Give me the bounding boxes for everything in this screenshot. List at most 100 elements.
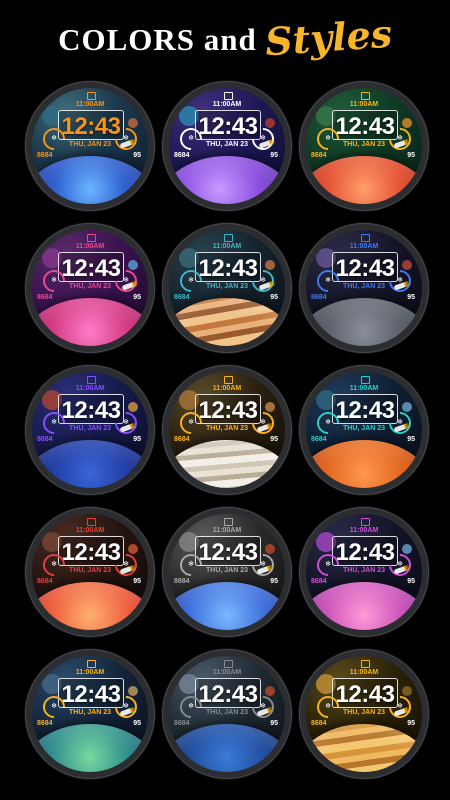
watch-face-option[interactable]: 11:00AM 12:43 THU, JAN 23 ❄ ❄ 8684 95 [159, 362, 295, 504]
steps-icon: ❄ [51, 703, 57, 710]
steps-icon: ❄ [325, 277, 331, 284]
steps-icon: ❄ [188, 419, 194, 426]
heart-rate: 95 [407, 294, 415, 301]
watch-face-option[interactable]: 11:00AM 12:43 THU, JAN 23 ❄ ❄ 8684 95 [296, 78, 432, 220]
planet-decoration [32, 724, 148, 772]
calendar-icon [361, 518, 370, 526]
watch-face-option[interactable]: 11:00AM 12:43 THU, JAN 23 ❄ ❄ 8684 95 [296, 362, 432, 504]
planet-decoration [306, 582, 422, 630]
moon-decoration [128, 260, 138, 270]
time-display: 12:43 [61, 397, 121, 424]
calendar-icon [87, 518, 96, 526]
watch-dial: 11:00AM 12:43 THU, JAN 23 ❄ ❄ 8684 95 [32, 88, 148, 204]
steps-icon: ❄ [51, 135, 57, 142]
steps-count: 8684 [311, 720, 327, 727]
calendar-icon [361, 376, 370, 384]
watch-face-option[interactable]: 11:00AM 12:43 THU, JAN 23 ❄ ❄ 8684 95 [296, 646, 432, 788]
calendar-icon [87, 660, 96, 668]
watch-face-option[interactable]: 11:00AM 12:43 THU, JAN 23 ❄ ❄ 8684 95 [159, 220, 295, 362]
alarm-time: 11:00AM [349, 385, 379, 392]
steps-count: 8684 [37, 720, 53, 727]
alarm-time: 11:00AM [212, 385, 242, 392]
planet-decoration [169, 156, 285, 204]
time-display: 12:43 [198, 255, 258, 282]
moon-decoration [265, 260, 275, 270]
calendar-icon [361, 92, 370, 100]
alarm-time: 11:00AM [349, 101, 379, 108]
alarm-time: 11:00AM [75, 243, 105, 250]
time-display: 12:43 [198, 397, 258, 424]
heart-rate: 95 [133, 578, 141, 585]
watch-dial: 11:00AM 12:43 THU, JAN 23 ❄ ❄ 8684 95 [306, 88, 422, 204]
heart-rate: 95 [133, 152, 141, 159]
heart-rate: 95 [133, 294, 141, 301]
time-display: 12:43 [198, 681, 258, 708]
watch-bezel: 11:00AM 12:43 THU, JAN 23 ❄ ❄ 8684 95 [25, 365, 155, 495]
watch-bezel: 11:00AM 12:43 THU, JAN 23 ❄ ❄ 8684 95 [299, 507, 429, 637]
steps-count: 8684 [37, 294, 53, 301]
planet-decoration [32, 582, 148, 630]
calendar-icon [224, 660, 233, 668]
heart-rate: 95 [270, 578, 278, 585]
calendar-icon [224, 92, 233, 100]
watch-face-option[interactable]: 11:00AM 12:43 THU, JAN 23 ❄ ❄ 8684 95 [22, 504, 158, 646]
planet-decoration [306, 440, 422, 488]
watch-face-option[interactable]: 11:00AM 12:43 THU, JAN 23 ❄ ❄ 8684 95 [296, 220, 432, 362]
watch-face-grid: 11:00AM 12:43 THU, JAN 23 ❄ ❄ 8684 95 11… [22, 78, 432, 788]
heart-rate: 95 [270, 152, 278, 159]
watch-face-option[interactable]: 11:00AM 12:43 THU, JAN 23 ❄ ❄ 8684 95 [22, 220, 158, 362]
watch-bezel: 11:00AM 12:43 THU, JAN 23 ❄ ❄ 8684 95 [25, 649, 155, 779]
planet-decoration [169, 440, 285, 488]
alarm-time: 11:00AM [212, 101, 242, 108]
calendar-icon [361, 234, 370, 242]
moon-decoration [265, 544, 275, 554]
time-display: 12:43 [335, 397, 395, 424]
watch-face-option[interactable]: 11:00AM 12:43 THU, JAN 23 ❄ ❄ 8684 95 [159, 504, 295, 646]
steps-icon: ❄ [188, 135, 194, 142]
watch-face-option[interactable]: 11:00AM 12:43 THU, JAN 23 ❄ ❄ 8684 95 [22, 646, 158, 788]
steps-icon: ❄ [325, 419, 331, 426]
planet-decoration [306, 298, 422, 346]
heart-rate: 95 [133, 720, 141, 727]
alarm-time: 11:00AM [75, 101, 105, 108]
heart-rate: 95 [270, 720, 278, 727]
planet-decoration [32, 156, 148, 204]
heart-rate: 95 [133, 436, 141, 443]
moon-decoration [402, 260, 412, 270]
watch-face-option[interactable]: 11:00AM 12:43 THU, JAN 23 ❄ ❄ 8684 95 [159, 78, 295, 220]
steps-count: 8684 [311, 436, 327, 443]
watch-bezel: 11:00AM 12:43 THU, JAN 23 ❄ ❄ 8684 95 [299, 81, 429, 211]
moon-decoration [265, 118, 275, 128]
header-title-accent: Styles [263, 10, 394, 64]
watch-bezel: 11:00AM 12:43 THU, JAN 23 ❄ ❄ 8684 95 [25, 507, 155, 637]
heart-rate: 95 [407, 436, 415, 443]
watch-bezel: 11:00AM 12:43 THU, JAN 23 ❄ ❄ 8684 95 [299, 223, 429, 353]
moon-decoration [402, 402, 412, 412]
watch-bezel: 11:00AM 12:43 THU, JAN 23 ❄ ❄ 8684 95 [299, 649, 429, 779]
alarm-time: 11:00AM [75, 527, 105, 534]
calendar-icon [87, 92, 96, 100]
watch-dial: 11:00AM 12:43 THU, JAN 23 ❄ ❄ 8684 95 [32, 372, 148, 488]
watch-dial: 11:00AM 12:43 THU, JAN 23 ❄ ❄ 8684 95 [169, 656, 285, 772]
steps-icon: ❄ [51, 419, 57, 426]
watch-face-option[interactable]: 11:00AM 12:43 THU, JAN 23 ❄ ❄ 8684 95 [22, 362, 158, 504]
watch-face-option[interactable]: 11:00AM 12:43 THU, JAN 23 ❄ ❄ 8684 95 [22, 78, 158, 220]
alarm-time: 11:00AM [75, 669, 105, 676]
watch-face-option[interactable]: 11:00AM 12:43 THU, JAN 23 ❄ ❄ 8684 95 [159, 646, 295, 788]
steps-count: 8684 [311, 152, 327, 159]
planet-decoration [32, 298, 148, 346]
heart-rate: 95 [407, 578, 415, 585]
time-display: 12:43 [198, 113, 258, 140]
moon-decoration [265, 686, 275, 696]
watch-bezel: 11:00AM 12:43 THU, JAN 23 ❄ ❄ 8684 95 [25, 81, 155, 211]
moon-decoration [128, 686, 138, 696]
planet-decoration [306, 156, 422, 204]
watch-face-option[interactable]: 11:00AM 12:43 THU, JAN 23 ❄ ❄ 8684 95 [296, 504, 432, 646]
heart-rate: 95 [270, 436, 278, 443]
planet-decoration [306, 724, 422, 772]
moon-decoration [402, 686, 412, 696]
watch-bezel: 11:00AM 12:43 THU, JAN 23 ❄ ❄ 8684 95 [162, 81, 292, 211]
watch-dial: 11:00AM 12:43 THU, JAN 23 ❄ ❄ 8684 95 [32, 656, 148, 772]
steps-icon: ❄ [325, 135, 331, 142]
time-display: 12:43 [61, 255, 121, 282]
